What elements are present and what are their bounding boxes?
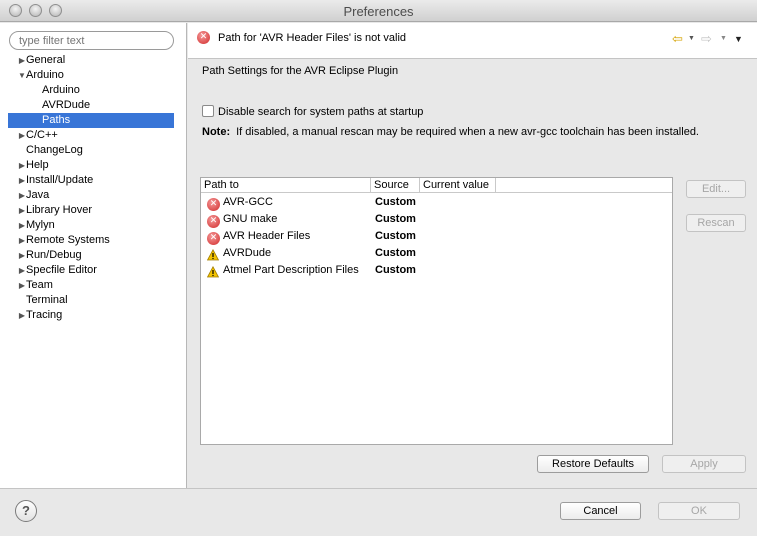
tree-item-label: General xyxy=(26,54,66,66)
tree-item[interactable]: ▶ Java xyxy=(0,188,187,203)
edit-button[interactable]: Edit... xyxy=(686,180,746,198)
error-icon: ✕ xyxy=(197,31,210,44)
path-name: AVR-GCC xyxy=(223,196,273,208)
page-description: Path Settings for the AVR Eclipse Plugin xyxy=(202,65,399,77)
tree-item-label: Team xyxy=(26,279,53,291)
view-menu-icon[interactable]: ▼ xyxy=(734,34,743,44)
path-name: AVR Header Files xyxy=(223,230,311,242)
table-header: Path to Source Current value xyxy=(201,178,672,193)
message-text: Path for 'AVR Header Files' is not valid xyxy=(218,32,407,44)
disable-search-label: Disable search for system paths at start… xyxy=(218,106,424,118)
apply-button[interactable]: Apply xyxy=(662,455,746,473)
tree-item-label: Arduino xyxy=(26,69,64,81)
path-name: Atmel Part Description Files xyxy=(223,264,359,276)
tree-item-label: Library Hover xyxy=(26,204,93,216)
table-row[interactable]: ✕ AVR Header Files Custom xyxy=(201,228,672,245)
tree-item-label: Run/Debug xyxy=(26,249,82,261)
preference-page: ✕ Path for 'AVR Header Files' is not val… xyxy=(188,23,757,488)
note: Note: If disabled, a manual rescan may be… xyxy=(202,126,699,138)
tree-item[interactable]: ▶ Run/Debug xyxy=(0,248,187,263)
disable-search-checkbox[interactable] xyxy=(202,105,214,117)
tree-item[interactable]: Arduino xyxy=(0,83,187,98)
forward-arrow-icon[interactable]: ⇨ xyxy=(701,31,712,47)
path-source: Custom xyxy=(375,213,416,225)
path-source: Custom xyxy=(375,264,416,276)
note-text: If disabled, a manual rescan may be requ… xyxy=(236,126,699,138)
rescan-button[interactable]: Rescan xyxy=(686,214,746,232)
tree-item-label: AVRDude xyxy=(42,99,91,111)
tree-item[interactable]: ▶ Tracing xyxy=(0,308,187,323)
tree-item[interactable]: ▶ Specfile Editor xyxy=(0,263,187,278)
filter-input[interactable] xyxy=(9,31,174,50)
tree-item[interactable]: AVRDude xyxy=(0,98,187,113)
path-source: Custom xyxy=(375,196,416,208)
tree-item-label: Help xyxy=(26,159,49,171)
column-header-current-value[interactable]: Current value xyxy=(420,178,496,193)
path-name: GNU make xyxy=(223,213,278,225)
warning-icon xyxy=(207,264,219,281)
tree-item-label: Terminal xyxy=(26,294,68,306)
tree-item[interactable]: Paths xyxy=(8,113,174,128)
title-bar: Preferences xyxy=(0,0,757,22)
tree-item-label: Arduino xyxy=(42,84,80,96)
ok-button[interactable]: OK xyxy=(658,502,740,520)
tree-item[interactable]: ▶ Help xyxy=(0,158,187,173)
help-icon[interactable]: ? xyxy=(15,500,37,522)
tree-item[interactable]: ▼ Arduino xyxy=(0,68,187,83)
tree-item-label: ChangeLog xyxy=(26,144,83,156)
tree-item-label: Mylyn xyxy=(26,219,55,231)
path-source: Custom xyxy=(375,247,416,259)
tree-item[interactable]: ChangeLog xyxy=(0,143,187,158)
tree-item[interactable]: ▶ Team xyxy=(0,278,187,293)
message-bar: ✕ Path for 'AVR Header Files' is not val… xyxy=(188,23,757,59)
tree-item[interactable]: Terminal xyxy=(0,293,187,308)
preferences-tree: ▶ General ▼ Arduino Arduino AVRDude Paths ▶ C/C+… xyxy=(0,53,187,323)
window-title: Preferences xyxy=(343,4,414,19)
tree-item[interactable]: ▶ Library Hover xyxy=(0,203,187,218)
tree-item[interactable]: ▶ Remote Systems xyxy=(0,233,187,248)
tree-item-label: C/C++ xyxy=(26,129,58,141)
table-row[interactable]: ✕ AVR-GCC Custom xyxy=(201,194,672,211)
dialog-button-bar: ? Cancel OK xyxy=(0,488,757,536)
tree-item-label: Install/Update xyxy=(26,174,94,186)
restore-defaults-button[interactable]: Restore Defaults xyxy=(537,455,649,473)
tree-item[interactable]: ▶ Mylyn xyxy=(0,218,187,233)
tree-item[interactable]: ▶ General xyxy=(0,53,187,68)
paths-table[interactable]: Path to Source Current value ✕ AVR-GCC Cus… xyxy=(200,177,673,445)
cancel-button[interactable]: Cancel xyxy=(560,502,641,520)
column-header-source[interactable]: Source xyxy=(371,178,420,193)
tree-item[interactable]: ▶ Install/Update xyxy=(0,173,187,188)
path-name: AVRDude xyxy=(223,247,272,259)
table-row[interactable]: Atmel Part Description Files Custom xyxy=(201,262,672,279)
back-history-dropdown-icon[interactable]: ▼ xyxy=(688,35,695,42)
path-source: Custom xyxy=(375,230,416,242)
disable-search-checkbox-row[interactable]: Disable search for system paths at start… xyxy=(202,105,423,118)
table-row[interactable]: AVRDude Custom xyxy=(201,245,672,262)
tree-item[interactable]: ▶ C/C++ xyxy=(0,128,187,143)
tree-item-label: Paths xyxy=(42,114,71,126)
table-row[interactable]: ✕ GNU make Custom xyxy=(201,211,672,228)
back-arrow-icon[interactable]: ⇦ xyxy=(672,31,683,47)
tree-item-label: Specfile Editor xyxy=(26,264,97,276)
column-header-path-to[interactable]: Path to xyxy=(201,178,371,193)
note-label: Note: xyxy=(202,126,231,138)
forward-history-dropdown-icon[interactable]: ▼ xyxy=(720,35,727,42)
preferences-tree-panel: ▶General▼ArduinoArduino AVRDude Paths ▶C/C+… xyxy=(0,23,187,488)
tree-item-label: Java xyxy=(26,189,50,201)
tree-item-label: Tracing xyxy=(26,309,63,321)
tree-item-label: Remote Systems xyxy=(26,234,110,246)
